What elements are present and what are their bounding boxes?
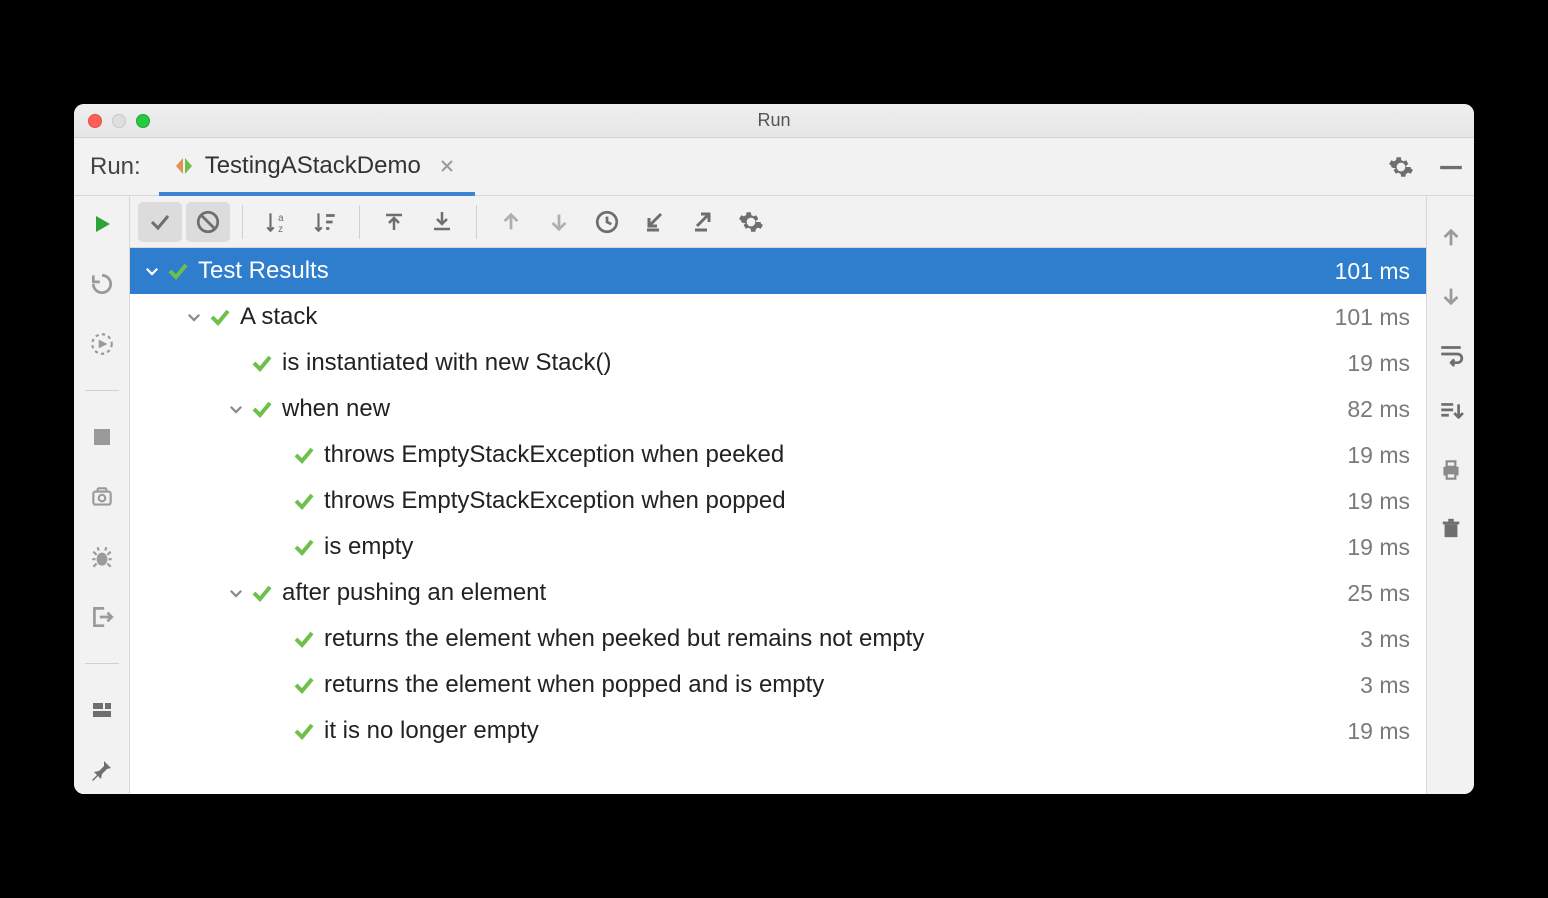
expand-all-button[interactable] [372, 202, 416, 242]
chevron-down-icon[interactable] [222, 400, 250, 418]
tree-node-time: 19 ms [1347, 488, 1410, 515]
check-icon [292, 627, 316, 651]
layout-button[interactable] [86, 694, 118, 726]
soft-wrap-icon[interactable] [1435, 338, 1467, 370]
tabbar: Run: TestingAStackDemo [74, 138, 1474, 196]
tree-node-label: A stack [240, 303, 1335, 331]
tab-run-config[interactable]: TestingAStackDemo [159, 139, 475, 196]
settings-icon[interactable] [1388, 154, 1414, 180]
check-icon [292, 489, 316, 513]
svg-text:z: z [278, 223, 283, 234]
test-settings-button[interactable] [729, 202, 773, 242]
tree-row[interactable]: returns the element when peeked but rema… [130, 616, 1426, 662]
check-icon [292, 673, 316, 697]
tree-node-time: 3 ms [1360, 672, 1410, 699]
tree-row[interactable]: throws EmptyStackException when popped19… [130, 478, 1426, 524]
tree-row[interactable]: returns the element when popped and is e… [130, 662, 1426, 708]
tree-row[interactable]: after pushing an element25 ms [130, 570, 1426, 616]
right-gutter [1426, 196, 1474, 794]
check-icon [292, 443, 316, 467]
rerun-failed-button[interactable] [86, 268, 118, 300]
check-icon [250, 351, 274, 375]
next-failed-button[interactable] [537, 202, 581, 242]
check-icon [250, 397, 274, 421]
left-gutter [74, 196, 130, 794]
debug-button[interactable] [86, 541, 118, 573]
dump-threads-button[interactable] [86, 481, 118, 513]
tree-node-time: 19 ms [1347, 718, 1410, 745]
test-history-button[interactable] [585, 202, 629, 242]
tree-node-label: after pushing an element [282, 579, 1347, 607]
tree-row[interactable]: throws EmptyStackException when peeked19… [130, 432, 1426, 478]
check-icon [292, 719, 316, 743]
stop-button[interactable] [86, 421, 118, 453]
tree-node-time: 3 ms [1360, 626, 1410, 653]
tree-node-label: returns the element when peeked but rema… [324, 625, 1360, 653]
sort-duration-button[interactable] [303, 202, 347, 242]
tree-row[interactable]: A stack101 ms [130, 294, 1426, 340]
tree-node-label: throws EmptyStackException when popped [324, 487, 1347, 515]
tree-node-label: when new [282, 395, 1347, 423]
tree-node-label: returns the element when popped and is e… [324, 671, 1360, 699]
clear-all-icon[interactable] [1435, 512, 1467, 544]
pin-button[interactable] [86, 754, 118, 786]
tree-root-label: Test Results [198, 257, 1335, 285]
import-tests-button[interactable] [633, 202, 677, 242]
collapse-all-button[interactable] [420, 202, 464, 242]
export-tests-button[interactable] [681, 202, 725, 242]
chevron-down-icon[interactable] [222, 584, 250, 602]
close-tab-icon[interactable] [439, 158, 455, 174]
titlebar: Run [74, 104, 1474, 138]
tree-root[interactable]: Test Results 101 ms [130, 248, 1426, 294]
run-config-icon [173, 155, 195, 177]
svg-text:a: a [278, 212, 284, 223]
check-icon [208, 305, 232, 329]
print-icon[interactable] [1435, 454, 1467, 486]
scroll-down-icon[interactable] [1435, 280, 1467, 312]
tree-node-time: 19 ms [1347, 350, 1410, 377]
window-title: Run [74, 110, 1474, 131]
tree-node-label: is instantiated with new Stack() [282, 349, 1347, 377]
sort-alpha-button[interactable]: az [255, 202, 299, 242]
tree-node-time: 19 ms [1347, 534, 1410, 561]
tree-node-time: 101 ms [1335, 304, 1410, 331]
tree-node-time: 25 ms [1347, 580, 1410, 607]
scroll-up-icon[interactable] [1435, 222, 1467, 254]
prev-failed-button[interactable] [489, 202, 533, 242]
run-window: Run Run: TestingAStackDemo [74, 104, 1474, 794]
tab-label: TestingAStackDemo [205, 152, 421, 180]
panel-label: Run: [90, 153, 141, 181]
main-column: az [130, 196, 1426, 794]
tree-row[interactable]: is instantiated with new Stack()19 ms [130, 340, 1426, 386]
tree-row[interactable]: when new82 ms [130, 386, 1426, 432]
tree-node-label: is empty [324, 533, 1347, 561]
hide-panel-icon[interactable] [1438, 154, 1464, 180]
tree-row[interactable]: it is no longer empty19 ms [130, 708, 1426, 754]
tree-node-label: throws EmptyStackException when peeked [324, 441, 1347, 469]
tree-row[interactable]: is empty19 ms [130, 524, 1426, 570]
run-button[interactable] [86, 208, 118, 240]
show-passed-button[interactable] [138, 202, 182, 242]
chevron-down-icon[interactable] [138, 262, 166, 280]
toggle-auto-test-button[interactable] [86, 328, 118, 360]
show-ignored-button[interactable] [186, 202, 230, 242]
chevron-down-icon[interactable] [180, 308, 208, 326]
check-icon [292, 535, 316, 559]
tree-node-time: 19 ms [1347, 442, 1410, 469]
check-icon [166, 259, 190, 283]
scroll-to-end-icon[interactable] [1435, 396, 1467, 428]
exit-button[interactable] [86, 601, 118, 633]
tree-root-time: 101 ms [1335, 258, 1410, 285]
tree-node-time: 82 ms [1347, 396, 1410, 423]
test-results-tree[interactable]: Test Results 101 ms A stack101 msis inst… [130, 248, 1426, 794]
check-icon [250, 581, 274, 605]
results-toolbar: az [130, 196, 1426, 248]
tree-node-label: it is no longer empty [324, 717, 1347, 745]
